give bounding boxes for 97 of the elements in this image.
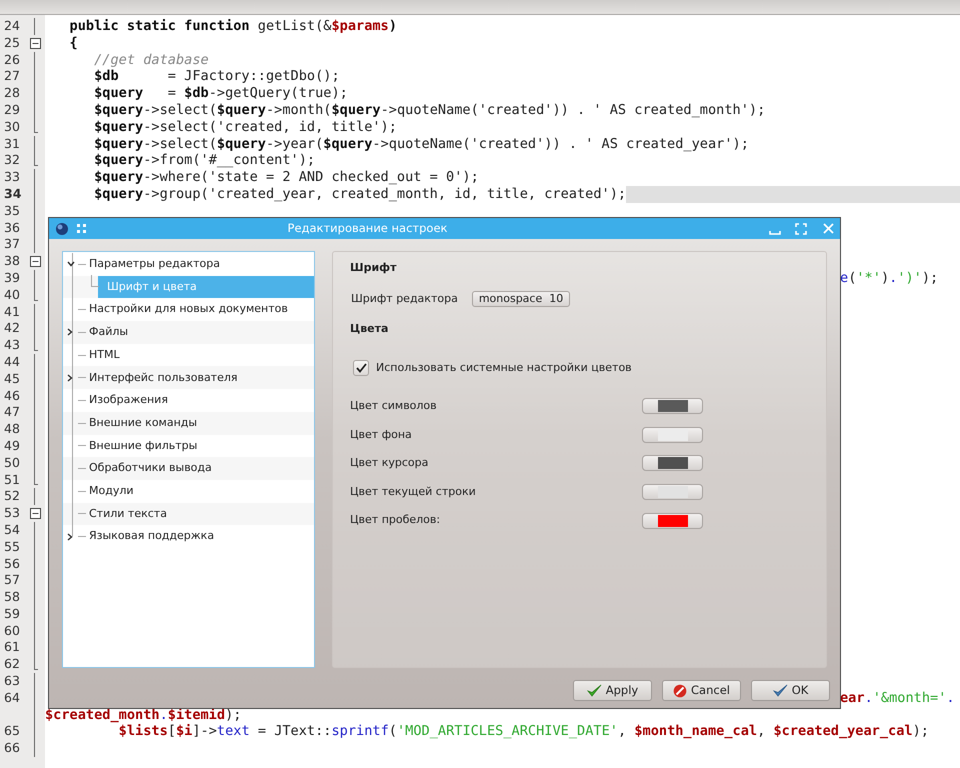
line-number: 49 (4, 438, 20, 453)
line-number: 25 (4, 34, 20, 50)
line-number: 33 (4, 169, 20, 184)
line-number: 36 (4, 220, 20, 235)
field-label: Цвет курсора (350, 455, 430, 472)
color-button[interactable] (642, 484, 703, 500)
line-number: 60 (4, 622, 20, 638)
field-label: Цвет текущей строки (350, 484, 477, 500)
tree-item[interactable]: Внешние фильтры (63, 434, 314, 458)
chevron-down-icon[interactable] (67, 261, 75, 268)
line-number: 56 (4, 556, 20, 570)
line-number: 63 (4, 673, 20, 688)
field-label: Цвет фона (350, 426, 413, 443)
line-number: 45 (4, 370, 20, 386)
tree-item[interactable]: HTML (63, 344, 314, 366)
checkbox-label: Использовать системные настройки цветов (376, 360, 632, 376)
line-number: 31 (4, 136, 20, 151)
section-heading: Шрифт (350, 260, 398, 276)
tree-item[interactable]: Интерфейс пользователя (63, 366, 314, 390)
code-line: $query->select($query->year($query->quoteName('created')) . ' AS created_year'); (93, 136, 749, 152)
line-number: 54 (4, 522, 20, 537)
code-line: $query->group('created_year, created_month, id, title, created'); (93, 186, 626, 203)
line-number: 24 (4, 18, 20, 33)
cancel-icon (673, 684, 688, 698)
tree-item[interactable]: Стили текста (63, 502, 314, 526)
code-line: ear.'&month='. (840, 690, 955, 707)
line-number: 35 (4, 202, 20, 218)
line-number: 38 (4, 253, 20, 268)
color-button[interactable] (642, 512, 703, 529)
code-line: e('*').')'); (840, 270, 938, 287)
line-number: 32 (4, 152, 20, 168)
code-line: $query->select($query->month($query->quoteName('created')) . ' AS created_month'); (93, 102, 766, 119)
color-button[interactable] (642, 398, 703, 414)
field-label: Цвет символов (350, 398, 438, 414)
line-number: 39 (4, 270, 20, 285)
code-line: $lists[$i]->text = JText::sprintf('MOD_ARTICLES_ARCHIVE_DATE', $month_name_cal, $created_year_cal); (118, 723, 929, 740)
line-number: 34 (4, 186, 22, 201)
app-icon[interactable] (55, 222, 69, 236)
line-number: 30 (4, 118, 20, 134)
line-number: 29 (4, 102, 20, 117)
chevron-right-icon[interactable] (67, 532, 73, 541)
check-icon (586, 684, 602, 697)
tree-item[interactable]: Внешние команды (63, 412, 314, 434)
check-icon (772, 684, 788, 697)
line-number: 55 (4, 538, 20, 554)
line-number: 27 (4, 68, 20, 84)
color-button[interactable] (642, 426, 703, 443)
ok-button[interactable]: OK (751, 680, 830, 701)
checkbox[interactable] (353, 360, 369, 376)
field-label: Шрифт редактора (351, 290, 458, 306)
code-line: { (68, 34, 78, 52)
collapse-icon[interactable] (30, 508, 41, 520)
code-line: public static function getList(&$params) (68, 18, 397, 35)
line-number: 26 (4, 52, 20, 67)
chevron-right-icon[interactable] (67, 328, 73, 336)
code-line: $query = $db->getQuery(true); (93, 85, 348, 102)
line-number: 52 (4, 488, 20, 504)
line-number: 51 (4, 472, 20, 487)
line-number: 43 (4, 337, 20, 352)
color-button[interactable] (642, 455, 703, 472)
line-number: 42 (4, 320, 20, 336)
line-number: 28 (4, 85, 20, 100)
line-number: 58 (4, 589, 20, 604)
font-button[interactable]: monospace 10 (472, 290, 570, 307)
line-number: 57 (4, 572, 20, 588)
tree-item[interactable]: Обработчики вывода (63, 457, 314, 480)
code-line: $query->where('state = 2 AND checked_out = 0'); (93, 169, 479, 186)
apply-button[interactable]: Apply (573, 680, 652, 701)
line-number: 50 (4, 454, 20, 470)
line-number: 61 (4, 639, 20, 654)
line-number: 62 (4, 656, 20, 672)
field-label: Цвет пробелов: (350, 512, 442, 528)
line-number: 59 (4, 606, 20, 621)
line-number: 65 (4, 723, 20, 738)
line-number: 40 (4, 286, 20, 302)
line-number: 41 (4, 304, 20, 319)
code-line: $query->select('created, id, title'); (93, 118, 397, 136)
collapse-icon[interactable] (30, 38, 41, 49)
line-number: 46 (4, 388, 20, 403)
code-line: $created_month.$itemid); (45, 706, 242, 724)
chevron-right-icon[interactable] (67, 374, 73, 382)
tree-item[interactable]: Файлы (63, 321, 314, 344)
line-number: 66 (4, 740, 20, 756)
code-line: //get database (93, 52, 209, 68)
window-title: Редактирование настроек (286, 220, 448, 237)
section-heading: Цвета (350, 321, 390, 337)
line-number: 48 (4, 421, 20, 436)
code-line: $query->from('#__content'); (93, 152, 316, 170)
grip-icon[interactable] (77, 224, 86, 233)
line-number: 64 (4, 690, 20, 705)
line-number: 53 (4, 505, 20, 520)
line-number: 44 (4, 354, 20, 369)
cancel-button[interactable]: Cancel (662, 680, 741, 701)
code-line: $db = JFactory::getDbo(); (93, 68, 340, 86)
collapse-icon[interactable] (30, 256, 41, 268)
line-number: 47 (4, 404, 20, 420)
line-number: 37 (4, 236, 20, 252)
